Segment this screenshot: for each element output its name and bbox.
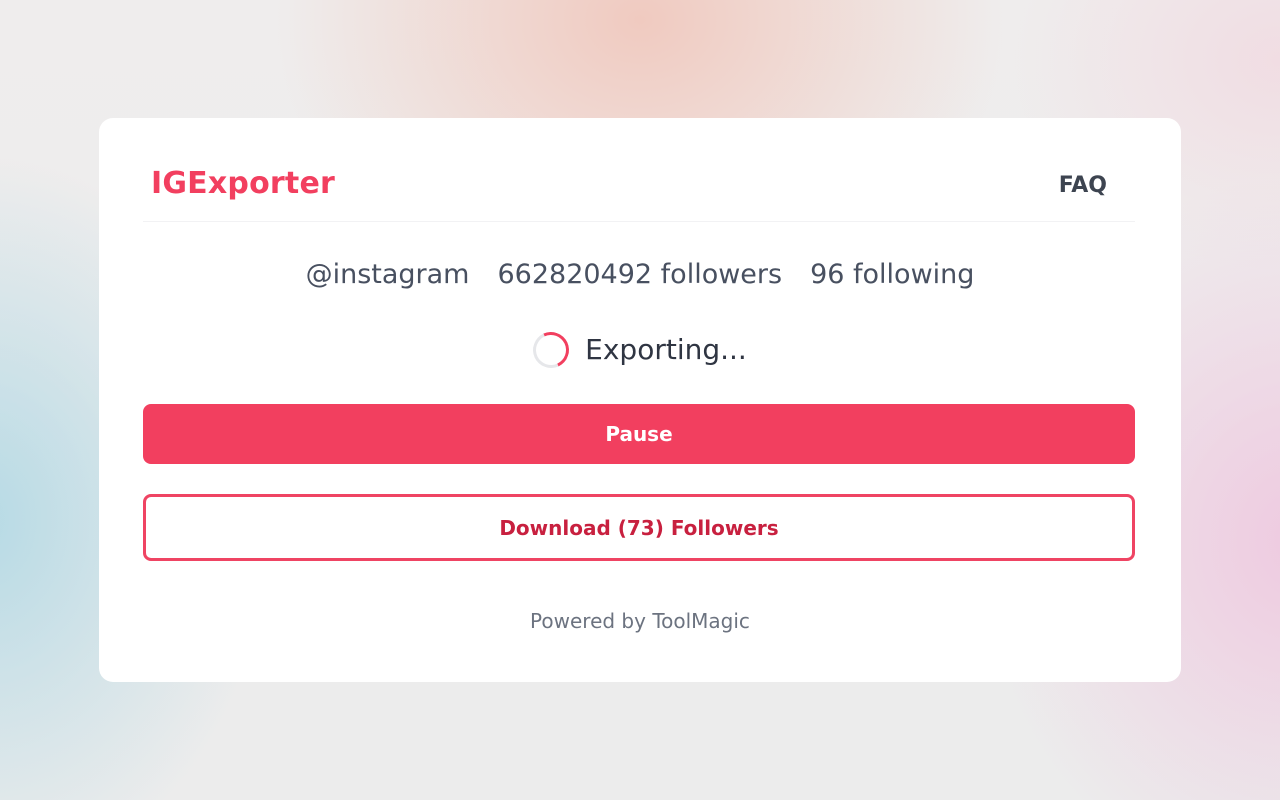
pause-button[interactable]: Pause <box>143 404 1135 464</box>
card-header: IGExporter FAQ <box>143 118 1135 222</box>
status-text: Exporting... <box>585 333 747 366</box>
brand-logo[interactable]: IGExporter <box>151 166 335 202</box>
profile-username: @instagram <box>305 259 470 290</box>
faq-link[interactable]: FAQ <box>1059 172 1107 200</box>
download-followers-button[interactable]: Download (73) Followers <box>143 494 1135 561</box>
powered-by-text: Powered by ToolMagic <box>530 609 750 633</box>
loading-spinner-icon <box>528 326 575 374</box>
profile-stats: @instagram 662820492 followers 96 followin… <box>99 257 1181 293</box>
exporter-card: IGExporter FAQ @instagram 662820492 follo… <box>99 118 1181 682</box>
following-count: 96 following <box>810 259 975 290</box>
export-status: Exporting... <box>99 326 1181 374</box>
followers-count: 662820492 followers <box>497 259 783 290</box>
